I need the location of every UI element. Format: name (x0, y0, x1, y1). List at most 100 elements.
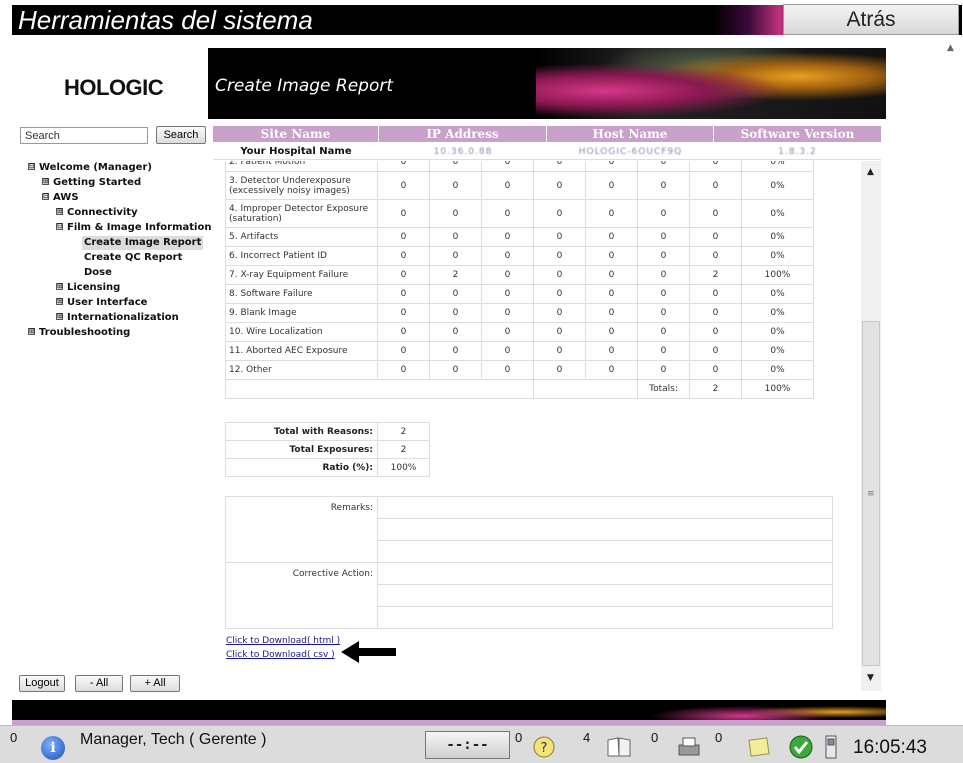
corrective-action-field[interactable] (377, 606, 833, 629)
logout-button[interactable]: Logout (19, 675, 65, 692)
download-csv-link[interactable]: Click to Download( csv ) (226, 650, 335, 660)
table-row: 9. Blank Image 0 0 0 0 0 0 0 0% (225, 303, 814, 323)
reject-count: 0 (585, 246, 638, 266)
reject-percent: 0% (741, 303, 814, 323)
header-host-name: Host Name (547, 126, 714, 142)
info-icon[interactable]: i (41, 736, 65, 760)
reject-count: 0 (429, 199, 482, 228)
remarks-table: Remarks: Corrective Action: (225, 496, 833, 629)
reject-percent: 100% (741, 265, 814, 285)
tree-item-aws[interactable]: ⊟ AWS (42, 191, 79, 205)
expand-icon[interactable]: ⊞ (56, 282, 63, 290)
help-icon[interactable]: ? (530, 734, 558, 760)
footer-image (646, 700, 886, 720)
reject-reason: 2. Patient Motion (225, 161, 378, 172)
reject-count: 0 (585, 265, 638, 285)
reject-count: 0 (481, 303, 534, 323)
reject-count: 0 (429, 341, 482, 361)
collapse-icon[interactable]: ⊟ (56, 222, 63, 230)
search-button[interactable]: Search (156, 126, 206, 144)
reject-percent: 0% (741, 322, 814, 342)
reject-count: 0 (689, 284, 742, 304)
corrective-action-field[interactable] (377, 584, 833, 607)
expand-icon[interactable]: ⊞ (56, 207, 63, 215)
software-version-value: 1.8.3.2 (778, 147, 817, 157)
reject-count: 0 (377, 360, 430, 380)
remarks-field[interactable] (377, 496, 833, 519)
expand-all-button[interactable]: + All (130, 675, 180, 692)
reject-count: 2 (429, 265, 482, 285)
printer-icon[interactable] (675, 734, 703, 760)
reject-reason: 9. Blank Image (225, 303, 378, 323)
reject-count: 0 (585, 161, 638, 172)
book-icon[interactable] (605, 734, 633, 760)
reject-count: 0 (481, 246, 534, 266)
expand-icon[interactable]: ⊞ (28, 327, 35, 335)
reject-count: 0 (429, 246, 482, 266)
table-row: 10. Wire Localization 0 0 0 0 0 0 0 0% (225, 322, 814, 342)
collapse-all-button[interactable]: - All (75, 675, 123, 692)
corrective-action-field[interactable] (377, 562, 833, 585)
report-scrollbar[interactable]: ▲ ≡ ▼ (861, 161, 881, 691)
host-name-value: HOLOGIC-6OUCF9Q (578, 147, 683, 157)
reject-count: 0 (689, 360, 742, 380)
collapse-icon[interactable]: ⊟ (42, 192, 49, 200)
remarks-field[interactable] (377, 518, 833, 541)
tree-item-user-interface[interactable]: ⊞ User Interface (56, 296, 147, 310)
download-html-link[interactable]: Click to Download( html ) (226, 636, 340, 646)
report-banner: Create Image Report (208, 48, 886, 119)
note-icon[interactable] (745, 734, 773, 760)
tree-item-internationalization[interactable]: ⊞ Internationalization (56, 311, 179, 325)
remarks-field[interactable] (377, 540, 833, 563)
page-title: Create Image Report (215, 76, 394, 96)
reject-count: 0 (377, 284, 430, 304)
scroll-up-arrow-icon[interactable]: ▲ (867, 167, 874, 177)
current-user[interactable]: Manager, Tech ( Gerente ) (80, 731, 266, 749)
back-button[interactable]: Atrás (783, 4, 959, 35)
reject-count: 0 (637, 360, 690, 380)
tree-item-welcome[interactable]: ⊟ Welcome (Manager) (28, 161, 152, 175)
reject-reason: 5. Artifacts (225, 227, 378, 247)
tree-item-licensing[interactable]: ⊞ Licensing (56, 281, 120, 295)
header-site-name: Site Name (213, 126, 379, 142)
arrow-pointer-icon (341, 641, 396, 663)
table-row: Total Exposures: 2 (225, 440, 430, 459)
scroll-up-arrow-icon[interactable]: ▲ (947, 43, 954, 53)
table-row: 3. Detector Underexposure (excessively n… (225, 171, 814, 200)
search-input[interactable] (20, 127, 148, 144)
scroll-down-arrow-icon[interactable]: ▼ (867, 673, 874, 683)
footer-band (12, 700, 886, 725)
reject-count: 0 (377, 227, 430, 247)
collapse-icon[interactable]: ⊟ (28, 162, 35, 170)
expand-icon[interactable]: ⊞ (56, 312, 63, 320)
tree-item-create-qc-report[interactable]: Create QC Report (84, 251, 182, 265)
table-row: 6. Incorrect Patient ID 0 0 0 0 0 0 0 0% (225, 246, 814, 266)
reject-count: 0 (481, 199, 534, 228)
page-scrollbar[interactable]: ▲ (941, 35, 963, 725)
tree-item-getting-started[interactable]: ⊞ Getting Started (42, 176, 141, 190)
reject-reason: 3. Detector Underexposure (excessively n… (225, 171, 378, 200)
header-software-version: Software Version (740, 127, 855, 141)
reject-percent: 0% (741, 246, 814, 266)
device-icon[interactable] (817, 734, 845, 760)
reject-count: 0 (533, 161, 586, 172)
rejection-table: 2. Patient Motion 0 0 0 0 0 0 0 0% 3. Detector Un… (225, 161, 814, 399)
table-row: Ratio (%): 100% (225, 458, 430, 477)
tree-item-create-image-report[interactable]: Create Image Report (82, 236, 204, 250)
reject-count: 0 (637, 171, 690, 200)
window-title: Herramientas del sistema (18, 5, 313, 35)
expand-icon[interactable]: ⊞ (42, 177, 49, 185)
scroll-grip-icon: ≡ (867, 489, 875, 499)
tree-item-film-image-information[interactable]: ⊟ Film & Image Information (56, 221, 211, 235)
status-ok-icon[interactable] (787, 734, 815, 760)
reject-count: 0 (585, 171, 638, 200)
reject-count: 0 (429, 284, 482, 304)
exposure-timer[interactable]: --:-- (425, 731, 510, 759)
expand-icon[interactable]: ⊞ (56, 297, 63, 305)
tree-item-connectivity[interactable]: ⊞ Connectivity (56, 206, 138, 220)
tree-item-troubleshooting[interactable]: ⊞ Troubleshooting (28, 326, 130, 340)
tree-item-dose[interactable]: Dose (84, 266, 112, 280)
remarks-label: Remarks: (225, 496, 378, 563)
table-row: 11. Aborted AEC Exposure 0 0 0 0 0 0 0 0% (225, 341, 814, 361)
reject-reason: 8. Software Failure (225, 284, 378, 304)
